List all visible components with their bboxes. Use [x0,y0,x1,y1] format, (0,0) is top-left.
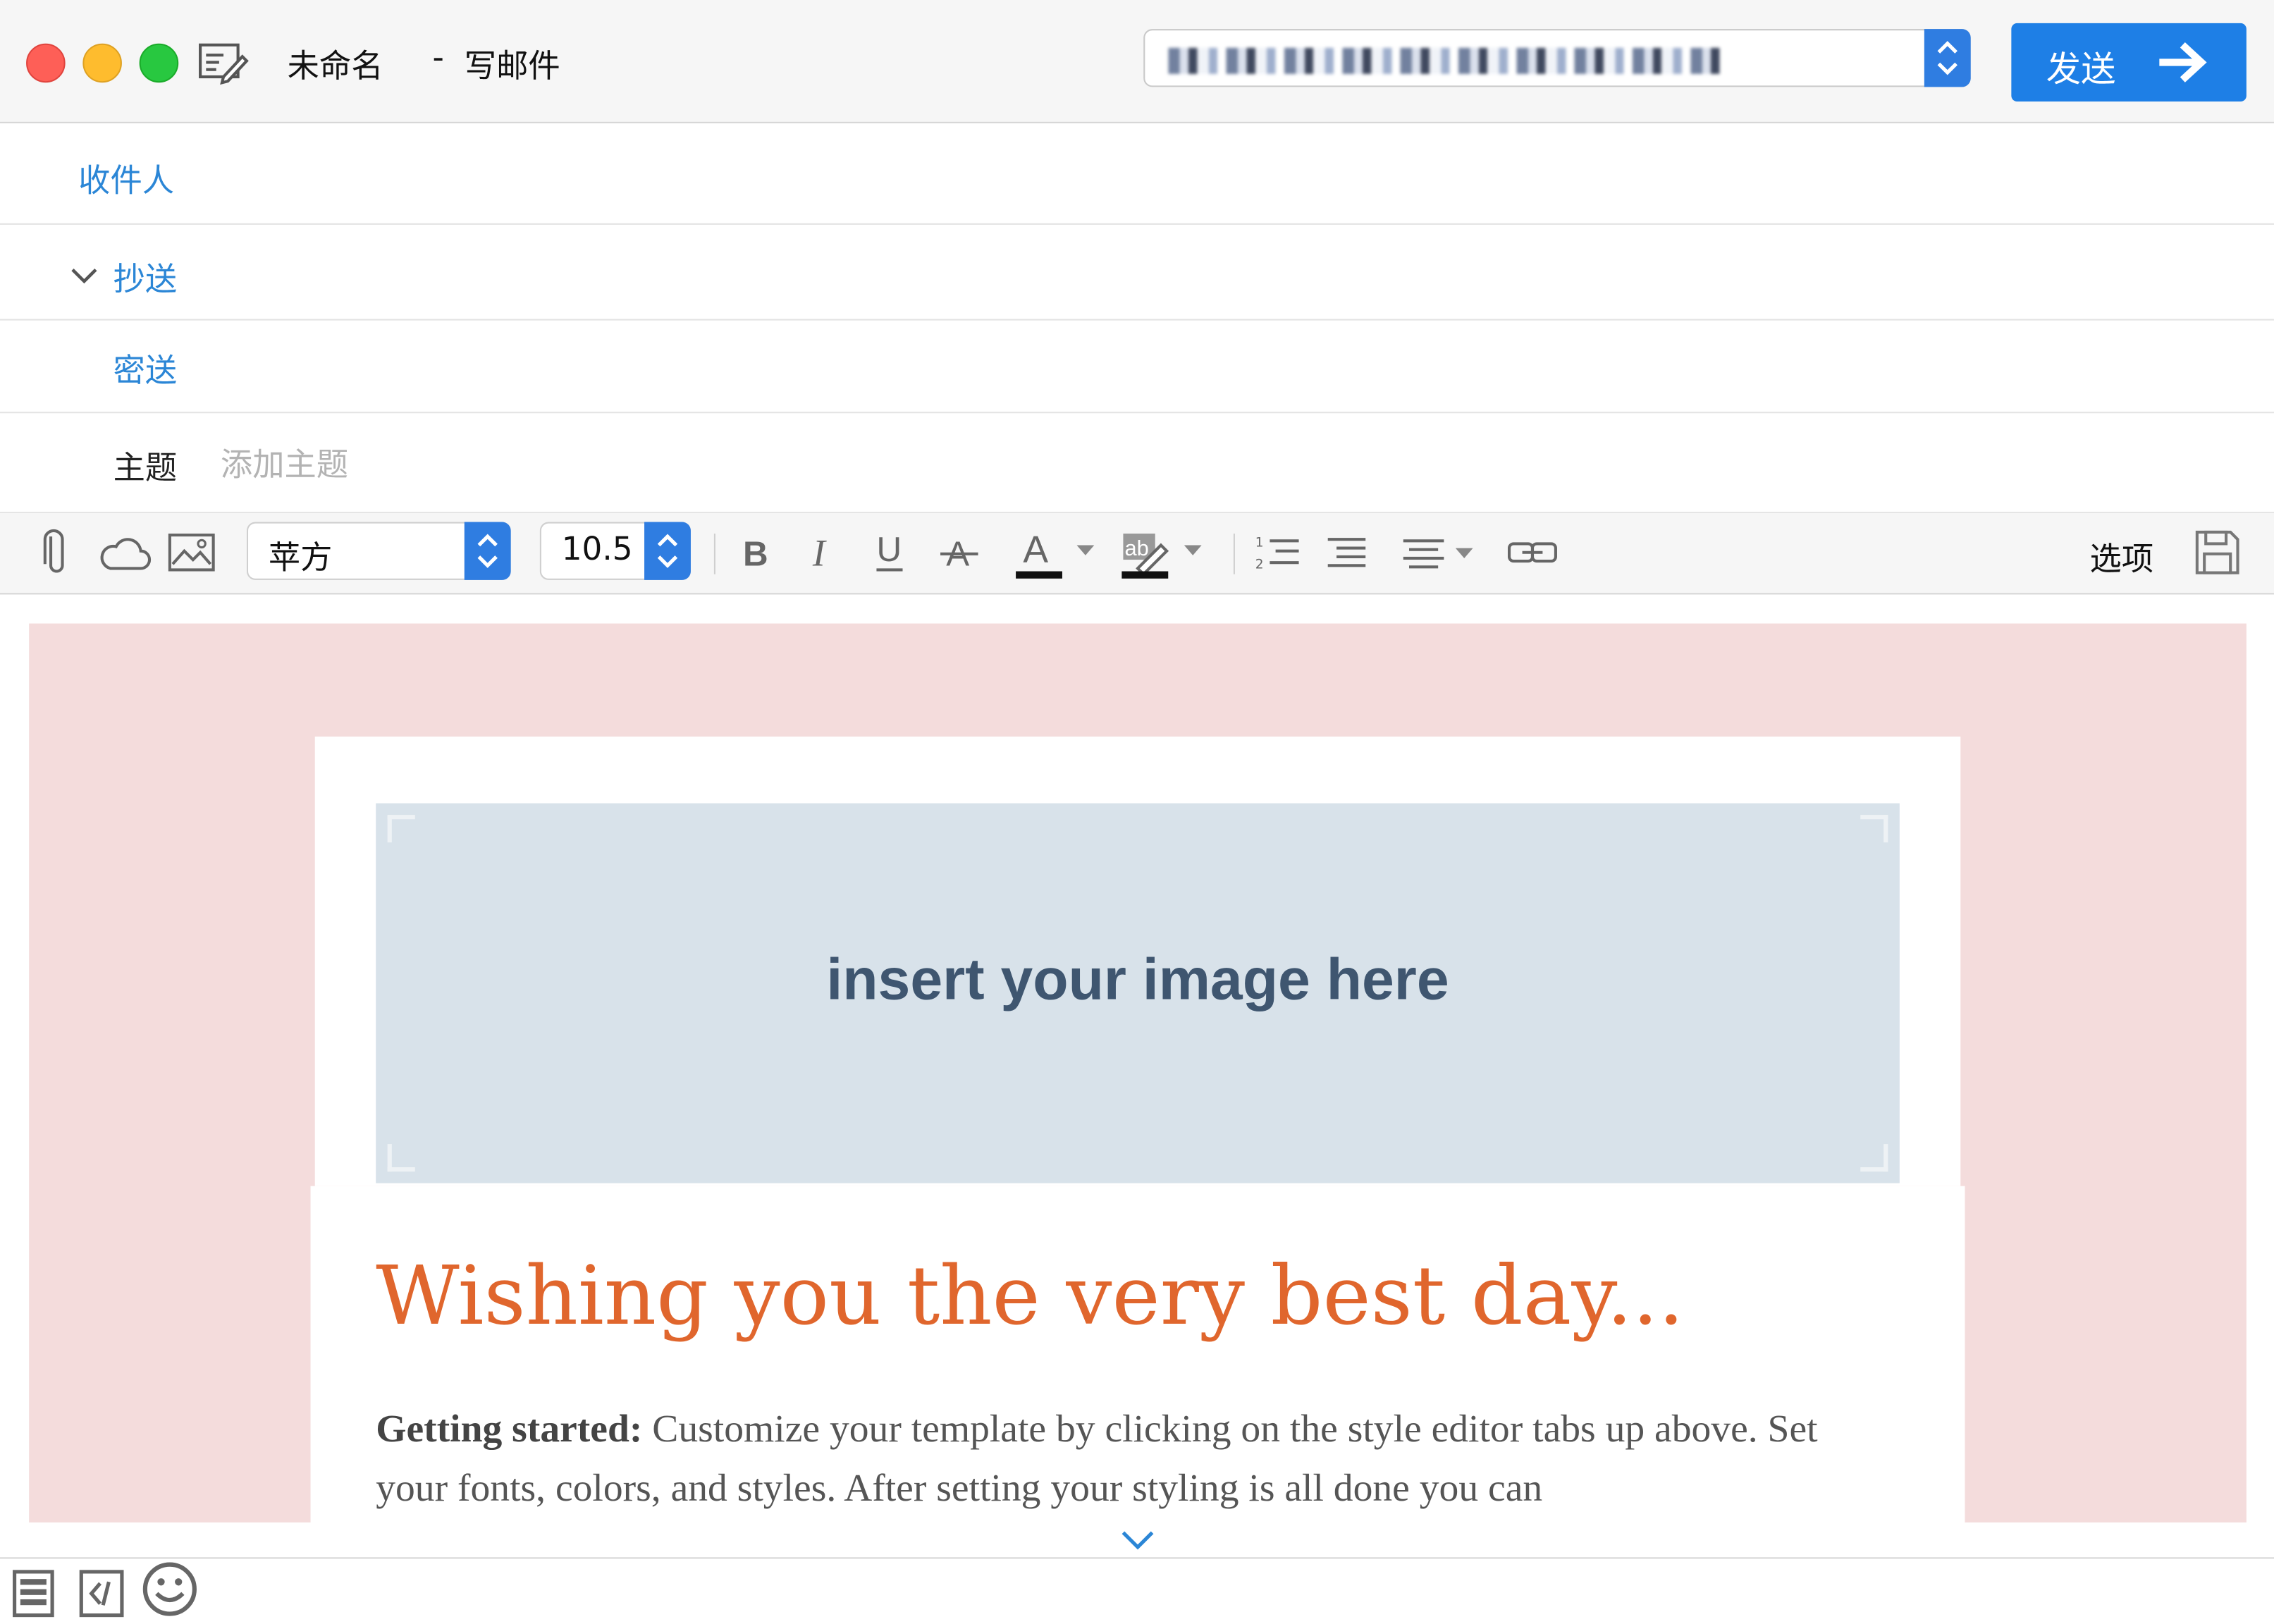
subject-label: 主题 [113,450,178,488]
align-button[interactable] [1396,525,1483,580]
corner-mark [387,815,415,843]
underline-icon: U [876,530,903,572]
cloud-icon [100,538,152,570]
options-button[interactable]: 选项 [2090,534,2154,580]
image-placeholder[interactable]: insert your image here [376,803,1900,1183]
window-title: 未命名 [287,49,383,86]
send-button-label: 发送 [2046,50,2116,90]
format-toolbar: 苹方 10.5 B I U A A ab 1 2 选项 [0,513,2274,595]
compose-window: 未命名 - 写邮件 发送 收件人 抄送 密送 主题 添加主题 苹方 10.5 B… [0,0,2274,1624]
emoji-button[interactable] [140,1561,200,1616]
numbered-list-button[interactable]: 1 2 [1251,525,1303,580]
layout-icon [13,1570,54,1618]
toolbar-divider [1233,534,1235,574]
svg-text:B: B [743,534,768,572]
chevron-updown-icon [477,534,498,568]
svg-text:I: I [812,532,827,573]
save-draft-button[interactable] [2192,525,2244,580]
image-icon [168,534,215,572]
highlight-button[interactable]: ab [1117,525,1207,580]
corner-mark [1860,1144,1888,1172]
subject-row: 主题 [0,413,2274,514]
toolbar-divider [713,534,715,574]
bold-button[interactable]: B [732,525,781,580]
corner-mark [1860,815,1888,843]
chevron-updown-icon [1937,41,1958,75]
svg-text:1: 1 [1255,536,1264,550]
font-family-value: 苹方 [268,541,333,577]
svg-text:ab: ab [1124,536,1148,560]
underline-button[interactable]: U [865,525,914,580]
font-size-stepper[interactable] [644,522,691,580]
title-bar: 未命名 - 写邮件 发送 [0,0,2274,123]
font-size-select[interactable]: 10.5 [539,522,691,580]
text-color-icon: A [1016,529,1095,579]
compose-icon [199,43,249,85]
image-placeholder-text: insert your image here [826,948,1449,1012]
font-family-select[interactable]: 苹方 [246,522,511,580]
svg-text:2: 2 [1255,557,1264,572]
emoji-icon [142,1562,197,1616]
chevron-updown-icon [657,534,678,568]
text-color-button[interactable]: A [1010,525,1103,580]
subject-input[interactable] [217,439,2227,492]
font-family-stepper[interactable] [464,522,511,580]
highlight-icon: ab [1121,534,1202,579]
source-code-button[interactable] [75,1565,128,1620]
maximize-window-button[interactable] [139,43,179,83]
layout-button[interactable] [8,1565,58,1620]
font-size-value: 10.5 [561,531,633,569]
bulleted-list-icon [1327,538,1366,567]
strikethrough-icon: A [940,534,978,573]
numbered-list-icon: 1 2 [1255,536,1299,572]
blurred-account-address [1168,47,1720,74]
bulleted-list-button[interactable] [1320,525,1372,580]
italic-button[interactable]: I [801,525,844,580]
account-stepper[interactable] [1924,29,1971,87]
align-icon [1403,539,1473,569]
chevron-down-icon[interactable] [70,265,99,285]
insert-link-button[interactable] [1504,525,1561,580]
link-icon [1507,542,1557,563]
svg-text:U: U [876,530,902,569]
minimize-window-button[interactable] [82,43,122,83]
insert-image-button[interactable] [166,525,218,580]
email-body-canvas[interactable]: insert your image here Wishing you the v… [29,623,2247,1522]
save-icon [2195,530,2239,574]
sender-account-select[interactable] [1143,29,1971,87]
cc-label[interactable]: 抄送 [113,254,178,300]
attach-button[interactable] [35,525,78,580]
cc-row[interactable]: 抄送 [0,225,2274,321]
bcc-row[interactable]: 密送 [0,321,2274,414]
bold-icon: B [743,534,768,572]
window-mode: 写邮件 [464,49,560,86]
to-row[interactable]: 收件人 [0,123,2274,225]
strikethrough-button[interactable]: A [935,525,984,580]
title-separator: - [432,40,444,78]
send-button[interactable]: 发送 [2011,23,2247,102]
email-headline[interactable]: Wishing you the very best day... [376,1250,1684,1344]
cloud-attach-button[interactable] [96,525,154,580]
paperclip-icon [43,529,64,573]
bcc-label[interactable]: 密送 [113,345,178,392]
svg-text:A: A [1023,529,1048,571]
email-body-text[interactable]: Getting started: Customize your template… [376,1399,1870,1518]
corner-mark [387,1144,415,1172]
code-icon [79,1570,124,1618]
body-bold-lead: Getting started: [376,1406,643,1451]
italic-icon: I [812,532,827,573]
scroll-more-chevron-icon[interactable] [1119,1528,1157,1551]
close-window-button[interactable] [26,43,66,83]
bottom-bar [0,1557,2274,1624]
arrow-right-icon [2159,42,2207,82]
to-label[interactable]: 收件人 [78,155,174,202]
